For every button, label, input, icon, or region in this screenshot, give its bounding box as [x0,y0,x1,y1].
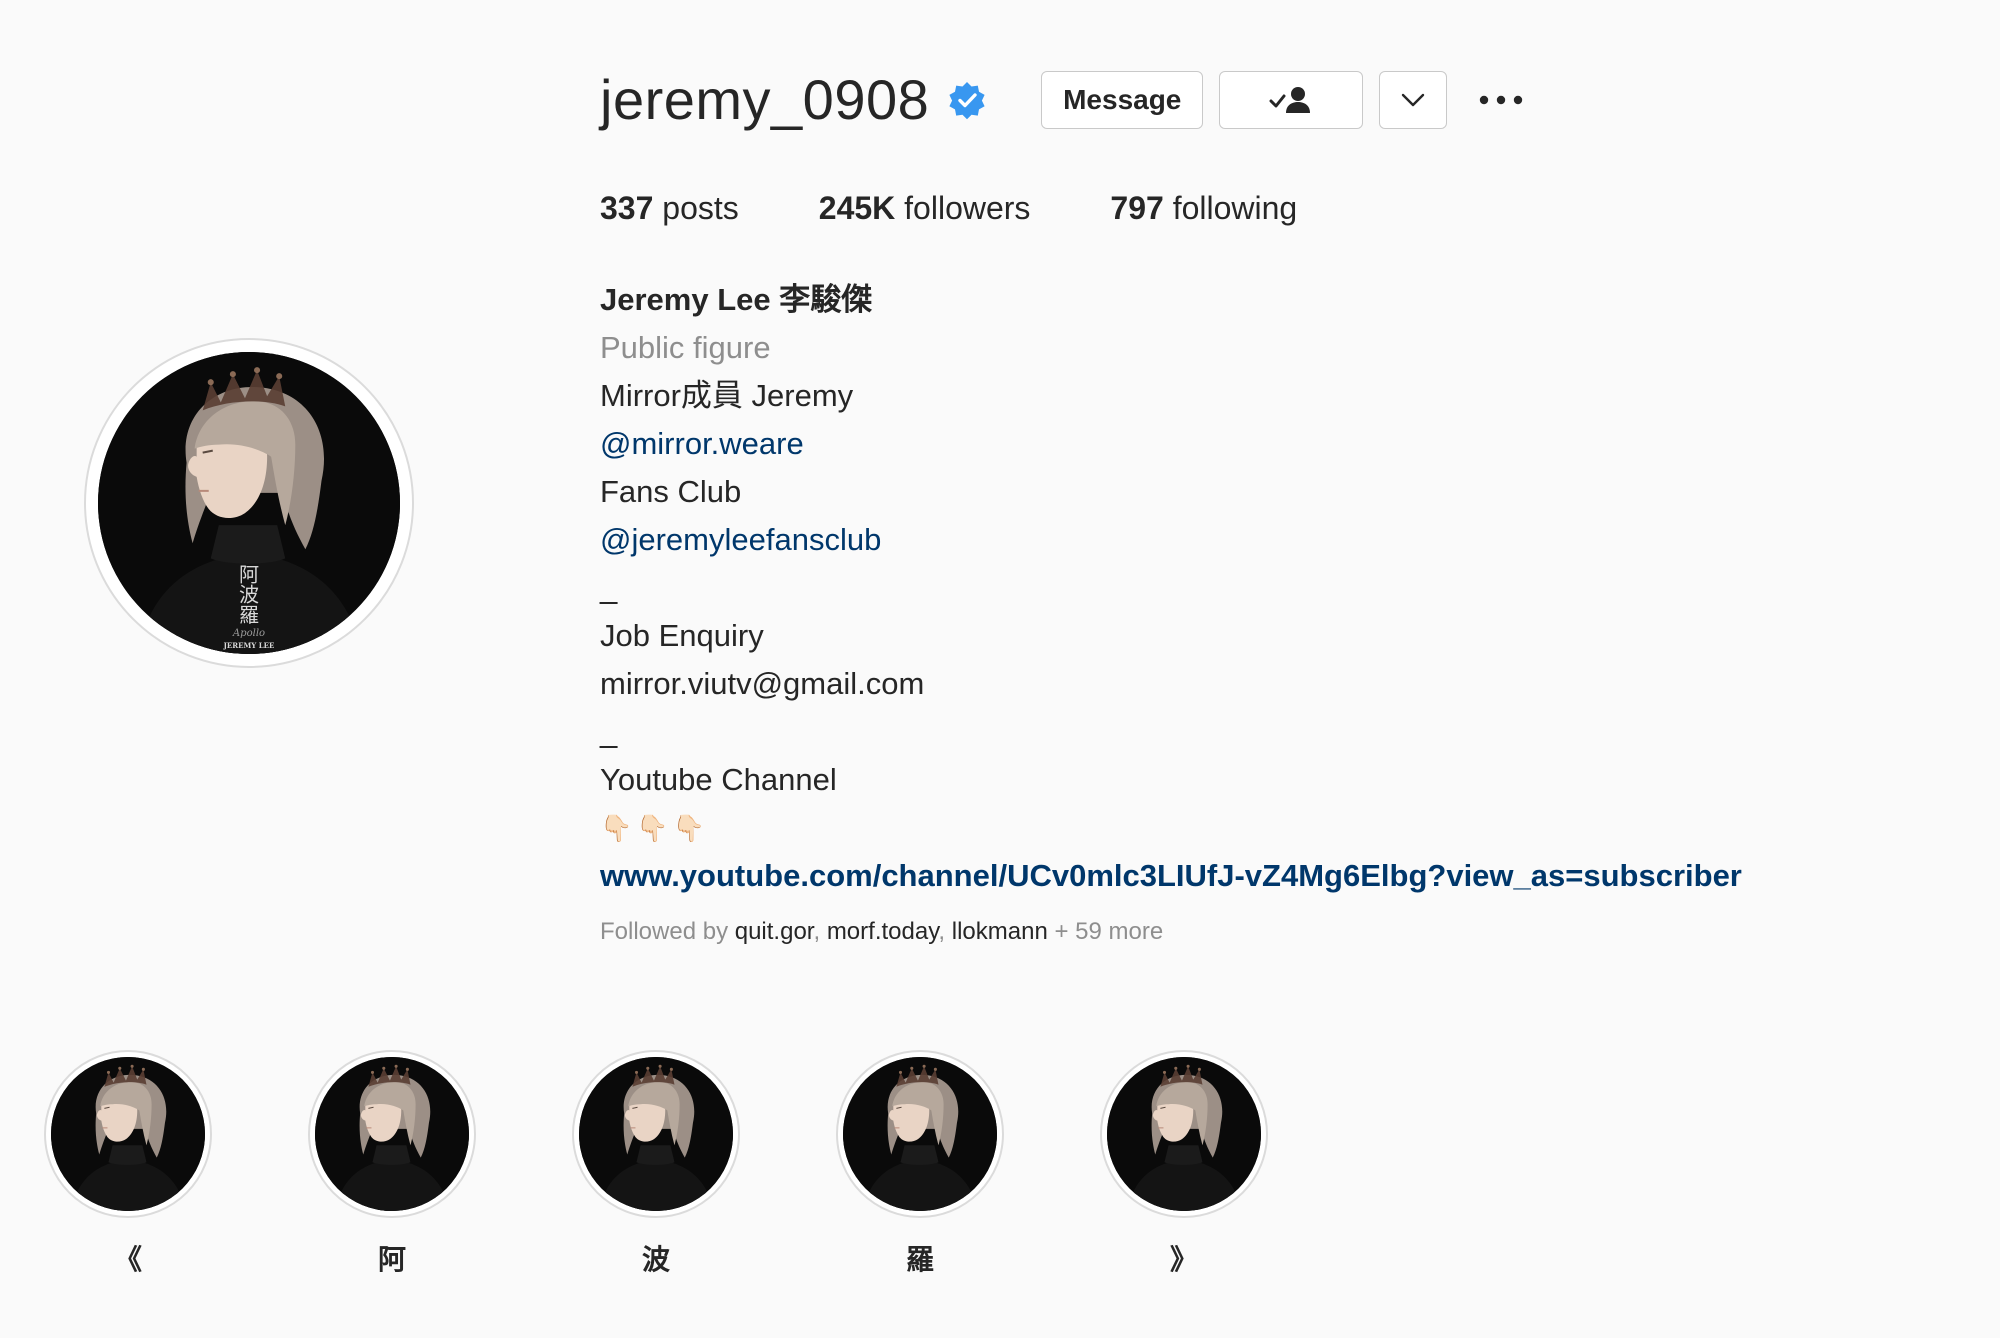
highlight-label: 波 [641,1244,670,1275]
avatar-caption-script: Apollo [232,628,265,639]
follower-username[interactable]: quit.gor [735,918,814,945]
story-highlight[interactable]: 《 [44,1050,212,1278]
follower-username[interactable]: morf.today [827,918,939,945]
story-highlights: 《 阿 波 羅 》 [44,1050,1364,1278]
profile-header: jeremy_0908 Message [600,68,1529,132]
bio-divider: _ [600,570,618,605]
bio-divider: _ [600,714,618,749]
posts-count: 337 [600,190,654,226]
following-button[interactable] [1219,71,1364,129]
highlight-ring [308,1050,476,1218]
highlight-cover [579,1057,733,1211]
bio-line: Mirror成員 Jeremy [600,378,854,413]
avatar-caption-char: 羅 [239,603,259,627]
highlight-cover [315,1057,469,1211]
bio-line: Youtube Channel [600,762,837,797]
profile-bio: Jeremy Lee 李駿傑 Public figure Mirror成員 Je… [600,276,1742,950]
highlight-ring [1100,1050,1268,1218]
website-link[interactable]: www.youtube.com/channel/UCv0mlc3LIUfJ-vZ… [600,852,1742,900]
profile-stats: 337 posts 245K followers 797 following [600,190,1377,227]
followers-stat[interactable]: 245K followers [819,190,1031,227]
followed-by[interactable]: Followed by quit.gor, morf.today, llokma… [600,914,1742,950]
suggested-dropdown-button[interactable] [1379,71,1448,129]
message-button[interactable]: Message [1041,71,1204,129]
followed-by-more[interactable]: + 59 more [1054,918,1163,945]
bio-email: mirror.viutv@gmail.com [600,666,925,701]
followers-count: 245K [818,190,896,226]
username: jeremy_0908 [600,68,930,131]
following-count: 797 [1110,190,1164,226]
story-highlight[interactable]: 羅 [836,1050,1004,1278]
posts-stat: 337 posts [600,190,739,227]
more-options-button[interactable] [1473,71,1529,129]
highlight-label: 》 [1169,1244,1198,1275]
follower-username[interactable]: llokmann [952,918,1048,945]
highlight-ring [836,1050,1004,1218]
posts-label: posts [662,190,739,226]
chevron-down-icon [1402,93,1425,107]
pointing-down-emoji: 👇🏻👇🏻👇🏻 [600,813,710,843]
story-highlight[interactable]: 》 [1100,1050,1268,1278]
avatar-caption-name: JEREMY LEE [223,641,275,650]
highlight-label: 羅 [905,1244,934,1275]
highlight-ring [44,1050,212,1218]
story-highlight[interactable]: 波 [572,1050,740,1278]
highlight-cover [51,1057,205,1211]
highlight-ring [572,1050,740,1218]
bio-line: Fans Club [600,474,742,509]
more-horizontal-icon [1480,95,1523,105]
highlight-label: 阿 [377,1244,406,1275]
highlight-cover [1107,1057,1261,1211]
mention-link[interactable]: @mirror.weare [600,420,1742,468]
profile-photo: 阿 波 羅 Apollo JEREMY LEE [98,352,400,654]
followers-label: followers [904,190,1031,226]
highlight-label: 《 [113,1244,142,1275]
followed-by-prefix: Followed by [600,918,729,945]
story-highlight[interactable]: 阿 [308,1050,476,1278]
following-stat[interactable]: 797 following [1110,190,1297,227]
bio-line: Job Enquiry [600,618,764,653]
user-check-icon [1269,87,1311,113]
following-label: following [1172,190,1298,226]
mention-link[interactable]: @jeremyleefansclub [600,516,1742,564]
profile-picture[interactable]: 阿 波 羅 Apollo JEREMY LEE [84,338,414,668]
verified-badge-icon [949,82,985,120]
highlight-cover [843,1057,997,1211]
full-name: Jeremy Lee 李駿傑 [600,282,873,317]
category-label: Public figure [600,330,771,365]
